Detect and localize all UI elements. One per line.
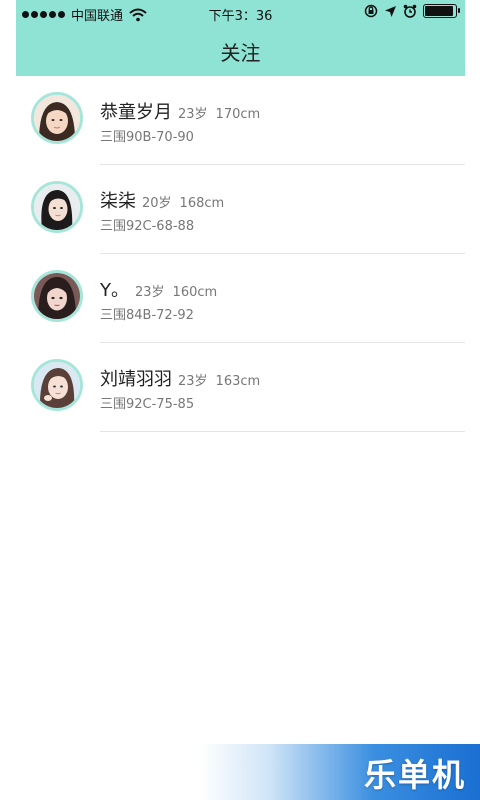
user-height: 168cm <box>179 196 225 211</box>
rotation-lock-icon <box>364 4 378 18</box>
user-measurements: 三围84B-72-92 <box>100 308 194 323</box>
user-age: 23岁 <box>178 374 208 389</box>
avatar[interactable] <box>31 359 83 411</box>
list-item[interactable]: Y。 23岁 160cm 三围84B-72-92 <box>16 254 465 343</box>
watermark-text: 乐单机 <box>363 756 466 794</box>
follow-list: 恭童岁月 23岁 170cm 三围90B-70-90 柒柒 20岁 168cm … <box>16 76 465 432</box>
avatar[interactable] <box>31 181 83 233</box>
name-row: 恭童岁月 23岁 170cm <box>100 98 260 124</box>
watermark-banner: 乐单机 <box>200 744 480 800</box>
user-measurements: 三围92C-68-88 <box>100 219 195 234</box>
avatar[interactable] <box>31 270 83 322</box>
avatar-portrait-icon <box>34 95 80 141</box>
name-row: 刘靖羽羽 23岁 163cm <box>100 365 260 391</box>
avatar-portrait-icon <box>34 273 80 319</box>
user-age: 23岁 <box>135 285 165 300</box>
user-name: 柒柒 <box>100 191 136 212</box>
user-name: 恭童岁月 <box>100 102 172 123</box>
user-measurements: 三围90B-70-90 <box>100 130 194 145</box>
nav-bar: 关注 <box>16 26 465 76</box>
avatar-portrait-icon <box>34 362 80 408</box>
status-right <box>364 4 460 18</box>
avatar[interactable] <box>31 92 83 144</box>
avatar-portrait-icon <box>34 184 80 230</box>
phone-screen: 中国联通 下午3：36 关注 恭童岁月 23岁 170cm 三围90B-70-9… <box>16 0 465 800</box>
battery-level-fill <box>425 6 454 16</box>
user-age: 20岁 <box>142 196 172 211</box>
battery-icon <box>423 4 460 18</box>
user-height: 163cm <box>215 374 261 389</box>
user-height: 160cm <box>172 285 218 300</box>
list-item[interactable]: 柒柒 20岁 168cm 三围92C-68-88 <box>16 165 465 254</box>
user-name: Y。 <box>100 280 129 301</box>
list-item[interactable]: 刘靖羽羽 23岁 163cm 三围92C-75-85 <box>16 343 465 432</box>
user-name: 刘靖羽羽 <box>100 369 172 390</box>
name-row: 柒柒 20岁 168cm <box>100 187 224 213</box>
top-area: 中国联通 下午3：36 关注 <box>16 0 465 76</box>
status-bar: 中国联通 下午3：36 <box>16 0 465 26</box>
list-item[interactable]: 恭童岁月 23岁 170cm 三围90B-70-90 <box>16 76 465 165</box>
location-arrow-icon <box>385 5 396 17</box>
user-height: 170cm <box>215 107 261 122</box>
name-row: Y。 23岁 160cm <box>100 276 217 302</box>
user-age: 23岁 <box>178 107 208 122</box>
alarm-icon <box>403 4 417 18</box>
page-title: 关注 <box>220 40 261 65</box>
user-measurements: 三围92C-75-85 <box>100 397 195 412</box>
